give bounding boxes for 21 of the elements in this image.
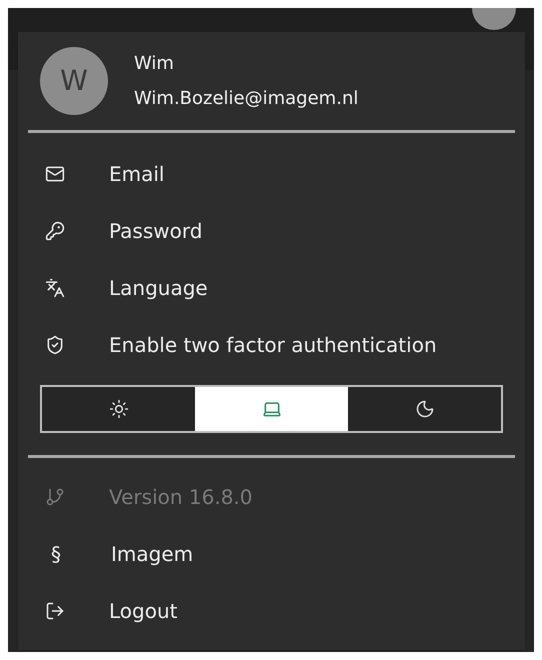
menu-item[interactable]: Enable two factor authentication [18,316,525,373]
section-sign-icon: § [45,538,67,568]
moon-icon [414,399,434,419]
menu-item[interactable]: Password [18,202,525,259]
menu-item[interactable]: Language [18,259,525,316]
user-avatar: W [40,47,108,115]
menu-item[interactable]: Logout [18,582,525,639]
user-name: Wim [134,52,175,76]
theme-option[interactable] [195,387,348,431]
sun-icon [108,399,128,419]
branch-icon [45,486,65,506]
theme-option[interactable] [348,387,501,431]
mail-icon [45,164,65,184]
menu-item[interactable]: § Imagem [18,525,525,582]
language-icon [45,278,65,298]
shield-check-icon [45,334,65,354]
menu-item[interactable]: Email [18,145,525,202]
key-icon [45,220,65,240]
theme-option[interactable] [42,387,195,431]
user-email: Wim.Bozelie@imagem.nl [134,87,358,111]
logout-icon [45,600,65,620]
